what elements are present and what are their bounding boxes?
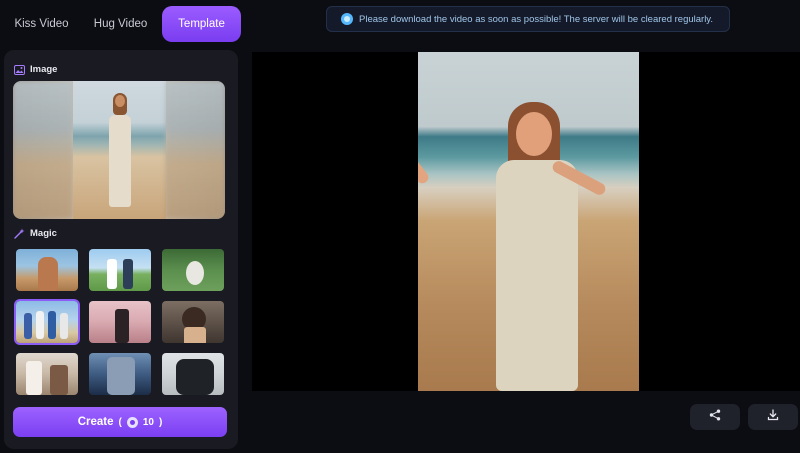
template-thumb[interactable] bbox=[160, 351, 226, 397]
mode-tabs: Kiss Video Hug Video Template bbox=[0, 0, 247, 44]
template-thumb[interactable] bbox=[87, 299, 153, 345]
preview-blur-left bbox=[13, 81, 73, 219]
download-icon bbox=[767, 408, 779, 426]
tab-hug-video[interactable]: Hug Video bbox=[83, 6, 158, 42]
video-stage bbox=[252, 52, 800, 391]
create-cost: 10 bbox=[142, 416, 154, 428]
app-root: Kiss Video Hug Video Template Image Magi… bbox=[0, 0, 800, 453]
image-section-title: Image bbox=[14, 64, 57, 75]
video-person bbox=[418, 91, 612, 391]
create-close-paren: ) bbox=[158, 416, 163, 428]
tab-kiss-video[interactable]: Kiss Video bbox=[4, 6, 79, 42]
preview-person bbox=[107, 93, 133, 213]
share-icon bbox=[709, 408, 721, 426]
template-thumb[interactable] bbox=[87, 351, 153, 397]
generated-video[interactable] bbox=[418, 52, 639, 391]
credit-coin-icon bbox=[126, 416, 138, 428]
share-button[interactable] bbox=[690, 404, 740, 430]
template-thumb[interactable] bbox=[160, 299, 226, 345]
preview-blur-right bbox=[165, 81, 225, 219]
notice-text: Please download the video as soon as pos… bbox=[359, 13, 713, 25]
create-button[interactable]: Create ( 10 ) bbox=[13, 407, 227, 437]
template-thumb[interactable] bbox=[160, 247, 226, 293]
image-icon bbox=[14, 64, 25, 75]
create-label: Create bbox=[77, 416, 114, 428]
template-thumb[interactable] bbox=[87, 247, 153, 293]
left-panel: Image Magic Create (10) bbox=[4, 50, 238, 449]
template-thumb-selected[interactable] bbox=[14, 299, 80, 345]
magic-section-label: Magic bbox=[30, 228, 57, 239]
uploaded-image-preview[interactable] bbox=[13, 81, 225, 219]
create-open-paren: ( bbox=[118, 416, 122, 428]
magic-wand-icon bbox=[14, 228, 25, 239]
magic-section-title: Magic bbox=[14, 228, 57, 239]
download-button[interactable] bbox=[748, 404, 798, 430]
tab-template[interactable]: Template bbox=[162, 6, 241, 42]
notice-icon bbox=[341, 13, 353, 25]
preview-photo bbox=[73, 81, 166, 219]
template-thumb[interactable] bbox=[14, 247, 80, 293]
download-notice: Please download the video as soon as pos… bbox=[326, 6, 730, 32]
template-grid bbox=[14, 247, 228, 397]
template-thumb[interactable] bbox=[14, 351, 80, 397]
image-section-label: Image bbox=[30, 64, 58, 75]
